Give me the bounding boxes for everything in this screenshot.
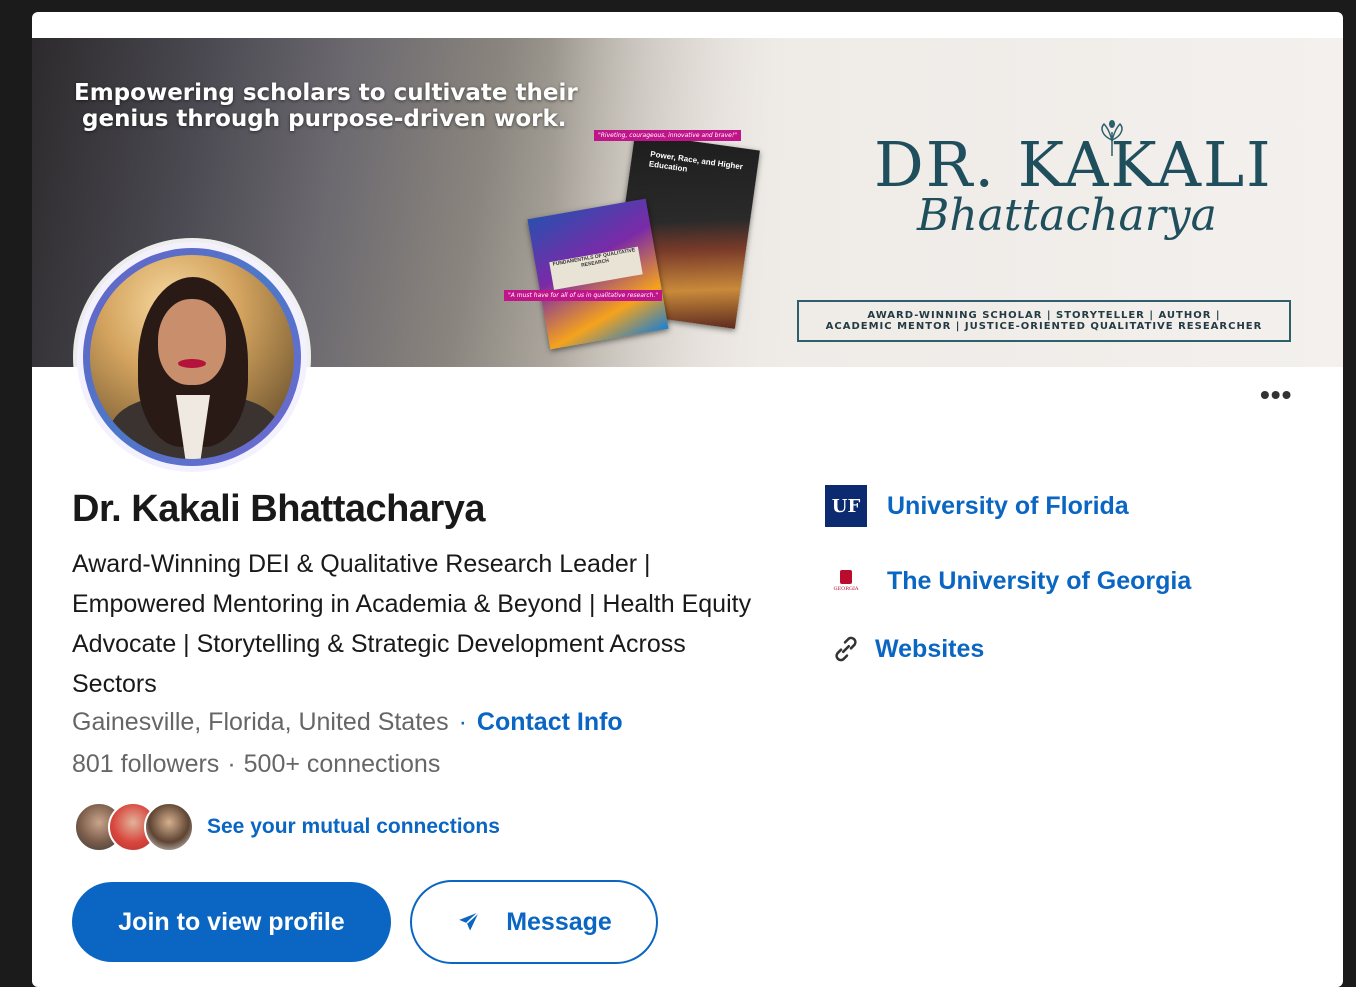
profile-headline: Award-Winning DEI & Qualitative Research…: [72, 550, 752, 698]
uga-logo: GEORGIA: [825, 560, 867, 602]
avatar: [144, 802, 194, 852]
profile-card: Empowering scholars to cultivate their g…: [32, 12, 1343, 987]
profile-location: Gainesville, Florida, United States: [72, 708, 449, 736]
profile-avatar[interactable]: [77, 242, 307, 472]
profile-stats: 801 followers · 500+ connections: [72, 750, 441, 778]
book-quote-bottom: "A must have for all of us in qualitativ…: [504, 290, 663, 301]
link-icon: [825, 628, 867, 670]
sidebar-item-websites[interactable]: Websites: [825, 627, 984, 671]
sidebar-item-university-of-florida[interactable]: UF University of Florida: [825, 484, 1129, 528]
message-button[interactable]: Message: [410, 880, 658, 964]
mutual-connections-link[interactable]: See your mutual connections: [207, 815, 500, 839]
send-icon: [459, 911, 480, 931]
contact-info-link[interactable]: Contact Info: [477, 708, 623, 736]
uf-logo: UF: [825, 485, 867, 527]
book-cover-fundamentals: FUNDAMENTALS OF QUALITATIVE RESEARCH: [527, 198, 669, 350]
mutual-connection-avatars[interactable]: [74, 802, 194, 852]
followers-count: 801 followers: [72, 750, 220, 778]
book-quote-top: "Riveting, courageous, innovative and br…: [594, 130, 742, 141]
sidebar-item-university-of-georgia[interactable]: GEORGIA The University of Georgia: [825, 559, 1191, 603]
avatar-photo: [90, 255, 294, 459]
banner-credentials: AWARD-WINNING SCHOLAR | STORYTELLER | AU…: [797, 300, 1291, 342]
more-options-icon[interactable]: •••: [1260, 381, 1292, 409]
banner-tagline: Empowering scholars to cultivate their g…: [74, 80, 578, 132]
join-to-view-profile-button[interactable]: Join to view profile: [72, 882, 391, 962]
connections-count: 500+ connections: [243, 750, 441, 778]
profile-name: Dr. Kakali Bhattacharya: [72, 488, 486, 530]
profile-location-row: Gainesville, Florida, United States · Cont…: [72, 708, 623, 736]
banner-logo-script: Bhattacharya: [917, 190, 1217, 241]
